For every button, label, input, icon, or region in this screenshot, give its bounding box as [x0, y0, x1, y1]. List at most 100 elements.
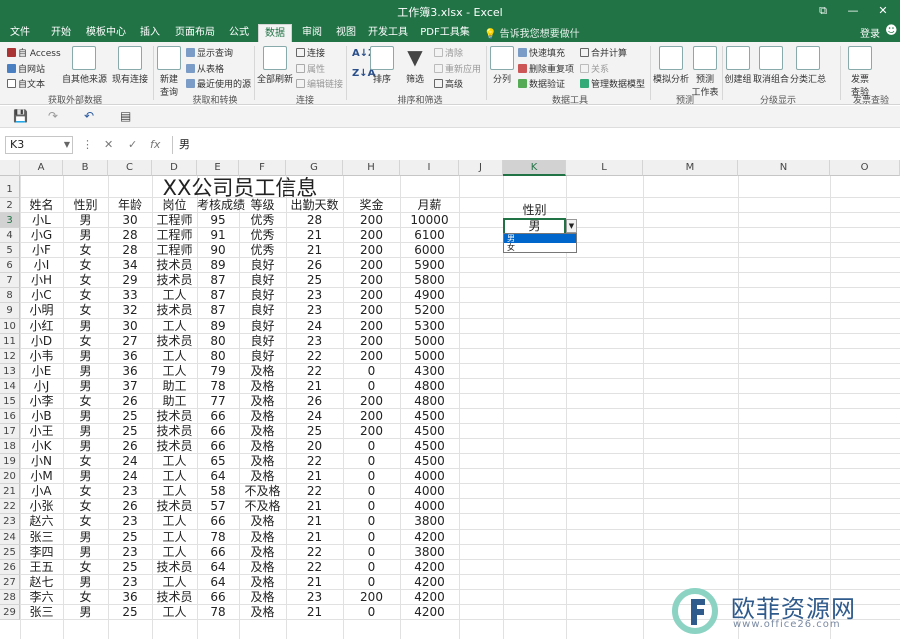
- table-header-cell[interactable]: 考核成绩: [197, 198, 245, 213]
- column-header[interactable]: J: [459, 160, 503, 176]
- table-cell[interactable]: 小红: [20, 319, 63, 334]
- table-cell[interactable]: 4000: [400, 484, 459, 499]
- table-cell[interactable]: 良好: [239, 273, 286, 288]
- column-header[interactable]: O: [830, 160, 900, 176]
- table-cell[interactable]: 57: [197, 499, 239, 514]
- table-cell[interactable]: 21: [286, 228, 343, 243]
- table-cell[interactable]: 男: [63, 228, 108, 243]
- table-cell[interactable]: 36: [108, 349, 152, 364]
- table-cell[interactable]: 4500: [400, 424, 459, 439]
- table-cell[interactable]: 25: [108, 424, 152, 439]
- table-cell[interactable]: 66: [197, 590, 239, 605]
- table-cell[interactable]: 男: [63, 575, 108, 590]
- table-cell[interactable]: 4800: [400, 394, 459, 409]
- table-cell[interactable]: 4800: [400, 379, 459, 394]
- row-header[interactable]: 10: [0, 318, 20, 334]
- table-cell[interactable]: 小李: [20, 394, 63, 409]
- table-cell[interactable]: 技术员: [152, 439, 197, 454]
- table-cell[interactable]: 及格: [239, 409, 286, 424]
- table-cell[interactable]: 女: [63, 590, 108, 605]
- table-cell[interactable]: 男: [63, 545, 108, 560]
- table-cell[interactable]: 36: [108, 364, 152, 379]
- row-header[interactable]: 26: [0, 559, 20, 575]
- table-cell[interactable]: 男: [63, 213, 108, 228]
- row-header[interactable]: 22: [0, 499, 20, 515]
- table-cell[interactable]: 200: [343, 394, 400, 409]
- row-header[interactable]: 21: [0, 484, 20, 500]
- table-cell[interactable]: 26: [286, 258, 343, 273]
- table-cell[interactable]: 4500: [400, 439, 459, 454]
- table-cell[interactable]: 女: [63, 484, 108, 499]
- table-cell[interactable]: 28: [108, 228, 152, 243]
- table-cell[interactable]: 5200: [400, 303, 459, 318]
- table-cell[interactable]: 技术员: [152, 303, 197, 318]
- table-cell[interactable]: 58: [197, 484, 239, 499]
- table-cell[interactable]: 23: [286, 288, 343, 303]
- table-cell[interactable]: 良好: [239, 288, 286, 303]
- table-cell[interactable]: 0: [343, 364, 400, 379]
- table-cell[interactable]: 工程师: [152, 228, 197, 243]
- table-cell[interactable]: 及格: [239, 424, 286, 439]
- table-cell[interactable]: 男: [63, 379, 108, 394]
- table-cell[interactable]: 66: [197, 439, 239, 454]
- table-cell[interactable]: 小E: [20, 364, 63, 379]
- table-cell[interactable]: 22: [286, 454, 343, 469]
- table-cell[interactable]: 30: [108, 319, 152, 334]
- table-cell[interactable]: 24: [108, 454, 152, 469]
- table-cell[interactable]: 小A: [20, 484, 63, 499]
- table-cell[interactable]: 200: [343, 273, 400, 288]
- table-cell[interactable]: 女: [63, 394, 108, 409]
- table-cell[interactable]: 25: [108, 530, 152, 545]
- table-cell[interactable]: 200: [343, 334, 400, 349]
- table-cell[interactable]: 良好: [239, 319, 286, 334]
- row-header[interactable]: 20: [0, 469, 20, 485]
- table-cell[interactable]: 及格: [239, 439, 286, 454]
- table-cell[interactable]: 小H: [20, 273, 63, 288]
- table-cell[interactable]: 及格: [239, 590, 286, 605]
- table-cell[interactable]: 工人: [152, 514, 197, 529]
- table-cell[interactable]: 21: [286, 605, 343, 620]
- table-cell[interactable]: 64: [197, 469, 239, 484]
- table-cell[interactable]: 5800: [400, 273, 459, 288]
- table-cell[interactable]: 优秀: [239, 213, 286, 228]
- row-header[interactable]: 23: [0, 514, 20, 530]
- table-cell[interactable]: 78: [197, 605, 239, 620]
- table-cell[interactable]: 小明: [20, 303, 63, 318]
- table-cell[interactable]: 21: [286, 379, 343, 394]
- table-cell[interactable]: 男: [63, 364, 108, 379]
- table-cell[interactable]: 21: [286, 499, 343, 514]
- table-cell[interactable]: 91: [197, 228, 239, 243]
- table-cell[interactable]: 4500: [400, 409, 459, 424]
- table-cell[interactable]: 不及格: [239, 499, 286, 514]
- row-header[interactable]: 12: [0, 348, 20, 364]
- table-cell[interactable]: 工人: [152, 349, 197, 364]
- table-header-cell[interactable]: 奖金: [343, 198, 400, 213]
- column-header[interactable]: L: [566, 160, 643, 176]
- table-cell[interactable]: 25: [108, 605, 152, 620]
- table-cell[interactable]: 工程师: [152, 213, 197, 228]
- table-cell[interactable]: 77: [197, 394, 239, 409]
- table-cell[interactable]: 及格: [239, 454, 286, 469]
- table-cell[interactable]: 工人: [152, 364, 197, 379]
- table-cell[interactable]: 0: [343, 454, 400, 469]
- table-cell[interactable]: 6100: [400, 228, 459, 243]
- table-cell[interactable]: 工人: [152, 530, 197, 545]
- table-cell[interactable]: 工人: [152, 469, 197, 484]
- table-header-cell[interactable]: 性别: [63, 198, 108, 213]
- table-cell[interactable]: 良好: [239, 349, 286, 364]
- row-header[interactable]: 19: [0, 454, 20, 470]
- table-cell[interactable]: 小B: [20, 409, 63, 424]
- table-cell[interactable]: 男: [63, 409, 108, 424]
- table-cell[interactable]: 79: [197, 364, 239, 379]
- table-cell[interactable]: 95: [197, 213, 239, 228]
- table-cell[interactable]: 小C: [20, 288, 63, 303]
- table-header-cell[interactable]: 月薪: [400, 198, 459, 213]
- table-cell[interactable]: 6000: [400, 243, 459, 258]
- table-cell[interactable]: 21: [286, 514, 343, 529]
- table-cell[interactable]: 24: [108, 469, 152, 484]
- column-header[interactable]: N: [738, 160, 830, 176]
- table-cell[interactable]: 23: [108, 514, 152, 529]
- row-header[interactable]: 1: [0, 176, 20, 198]
- row-header[interactable]: 4: [0, 228, 20, 244]
- table-cell[interactable]: 女: [63, 303, 108, 318]
